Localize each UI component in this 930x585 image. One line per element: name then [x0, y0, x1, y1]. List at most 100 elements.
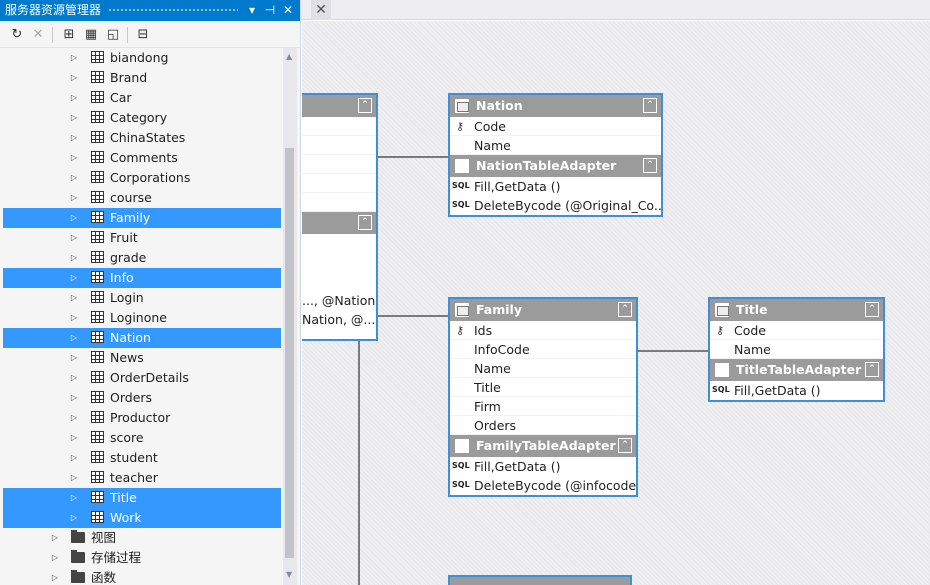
collapse-icon[interactable]: ⌃ [618, 302, 632, 317]
refresh-icon[interactable]: ↻ [8, 26, 26, 44]
entity-column[interactable]: InfoCode [450, 340, 636, 359]
nation-adapter-header[interactable]: NationTableAdapter ⌃ [450, 155, 661, 177]
panel-title-bar[interactable]: 服务器资源管理器 ▾ ⊣ ✕ [0, 0, 300, 21]
collapse-icon[interactable]: ⌃ [358, 215, 372, 230]
tree-item-table[interactable]: ▷ Fruit [3, 228, 281, 248]
expand-arrow-icon[interactable]: ▷ [68, 208, 80, 228]
tree-item-table[interactable]: ▷ Brand [3, 68, 281, 88]
relation-line[interactable] [358, 341, 360, 585]
drag-grip[interactable] [108, 8, 238, 13]
expand-arrow-icon[interactable]: ▷ [68, 188, 80, 208]
tree-item-table[interactable]: ▷ teacher [3, 468, 281, 488]
family-entity-header[interactable]: Family ⌃ [450, 299, 636, 321]
title-entity-header[interactable]: Title ⌃ [710, 299, 883, 321]
adapter-method[interactable]: Nation, @... [302, 310, 376, 329]
expand-arrow-icon[interactable]: ▷ [68, 428, 80, 448]
entity-column[interactable] [302, 253, 376, 272]
expand-arrow-icon[interactable]: ▷ [68, 88, 80, 108]
close-tab-icon[interactable]: ✕ [311, 0, 331, 20]
expand-arrow-icon[interactable]: ▷ [49, 528, 61, 548]
tree-item-table[interactable]: ▷ Corporations [3, 168, 281, 188]
entity-column[interactable]: ⚷ Code [710, 321, 883, 340]
relation-line[interactable] [378, 156, 448, 158]
entity-column[interactable] [302, 117, 376, 136]
expand-arrow-icon[interactable]: ▷ [68, 48, 80, 68]
adapter-method[interactable]: ..., @Nation... [302, 291, 376, 310]
entity-column[interactable]: Orders [450, 416, 636, 435]
info-adapter-header[interactable]: ⌃ [302, 212, 376, 234]
title-entity[interactable]: Title ⌃ ⚷ Code Name TitleTableAdapter ⌃ S… [708, 297, 885, 402]
tree-item-table[interactable]: ▷ score [3, 428, 281, 448]
scroll-down-icon[interactable]: ▼ [286, 570, 292, 579]
expand-arrow-icon[interactable]: ▷ [68, 128, 80, 148]
expand-arrow-icon[interactable]: ▷ [68, 368, 80, 388]
expand-arrow-icon[interactable]: ▷ [68, 408, 80, 428]
expand-arrow-icon[interactable]: ▷ [68, 348, 80, 368]
tree-item-table[interactable]: ▷ Login [3, 288, 281, 308]
tree-item-folder[interactable]: ▷ 存储过程 [3, 548, 281, 568]
pin-icon[interactable]: ⊣ [262, 0, 278, 21]
tree-item-folder[interactable]: ▷ 函数 [3, 568, 281, 585]
collapse-icon[interactable]: ⌃ [358, 98, 372, 113]
adapter-method[interactable]: SQL Fill,GetData () [450, 177, 661, 196]
expand-arrow-icon[interactable]: ▷ [68, 488, 80, 508]
entity-column[interactable] [302, 272, 376, 291]
nation-entity[interactable]: Nation ⌃ ⚷ Code Name NationTableAdapter ⌃… [448, 93, 663, 217]
title-adapter-header[interactable]: TitleTableAdapter ⌃ [710, 359, 883, 381]
tree-item-table[interactable]: ▷ Family [3, 208, 281, 228]
close-panel-icon[interactable]: ✕ [280, 0, 296, 21]
collapse-icon[interactable]: ⌃ [643, 158, 657, 173]
tree-item-table[interactable]: ▷ Loginone [3, 308, 281, 328]
sharepoint-icon[interactable]: ◱ [104, 26, 122, 44]
expand-arrow-icon[interactable]: ▷ [68, 328, 80, 348]
entity-column[interactable] [302, 155, 376, 174]
tree-item-table[interactable]: ▷ Title [3, 488, 281, 508]
expand-arrow-icon[interactable]: ▷ [68, 148, 80, 168]
relation-line[interactable] [378, 315, 448, 317]
tree-item-table[interactable]: ▷ News [3, 348, 281, 368]
tree-item-table[interactable]: ▷ Category [3, 108, 281, 128]
properties-icon[interactable]: ⊟ [134, 26, 152, 44]
tree-item-table[interactable]: ▷ Productor [3, 408, 281, 428]
info-entity-header[interactable]: ⌃ [302, 95, 376, 117]
dropdown-icon[interactable]: ▾ [244, 0, 260, 21]
tree-item-table[interactable]: ▷ Info [3, 268, 281, 288]
entity-column[interactable] [302, 136, 376, 155]
adapter-method[interactable]: SQL DeleteBycode (@infocode) [450, 476, 636, 495]
tree-item-table[interactable]: ▷ Work [3, 508, 281, 528]
tree-item-table[interactable]: ▷ Orders [3, 388, 281, 408]
entity-column[interactable]: Name [710, 340, 883, 359]
entity-column[interactable] [302, 193, 376, 212]
tree-item-table[interactable]: ▷ student [3, 448, 281, 468]
adapter-method[interactable]: SQL DeleteBycode (@Original_Co... [450, 196, 661, 215]
expand-arrow-icon[interactable]: ▷ [68, 228, 80, 248]
dataset-designer-canvas[interactable]: ⌃ ⌃ ..., @Nation... Nation, @... Nation … [302, 21, 930, 585]
adapter-method[interactable]: SQL Fill,GetData () [710, 381, 883, 400]
expand-arrow-icon[interactable]: ▷ [68, 388, 80, 408]
entity-column[interactable]: Name [450, 136, 661, 155]
connect-server-icon[interactable]: ▦ [82, 26, 100, 44]
tree-item-table[interactable]: ▷ Nation [3, 328, 281, 348]
expand-arrow-icon[interactable]: ▷ [68, 308, 80, 328]
entity-column[interactable]: Name [450, 359, 636, 378]
tree-item-table[interactable]: ▷ grade [3, 248, 281, 268]
collapse-icon[interactable]: ⌃ [865, 362, 879, 377]
tree-scrollbar[interactable]: ▲ ▼ [283, 48, 297, 585]
family-adapter-header[interactable]: FamilyTableAdapter ⌃ [450, 435, 636, 457]
tree-item-table[interactable]: ▷ OrderDetails [3, 368, 281, 388]
entity-column[interactable] [302, 234, 376, 253]
expand-arrow-icon[interactable]: ▷ [68, 468, 80, 488]
entity-column[interactable] [302, 174, 376, 193]
work-entity-header[interactable] [450, 577, 630, 585]
expand-arrow-icon[interactable]: ▷ [49, 568, 61, 585]
collapse-icon[interactable]: ⌃ [643, 98, 657, 113]
adapter-method[interactable]: SQL Fill,GetData () [450, 457, 636, 476]
entity-column[interactable]: Firm [450, 397, 636, 416]
collapse-icon[interactable]: ⌃ [865, 302, 879, 317]
tree-item-table[interactable]: ▷ course [3, 188, 281, 208]
entity-column[interactable]: ⚷ Ids [450, 321, 636, 340]
tree-item-table[interactable]: ▷ Comments [3, 148, 281, 168]
scroll-up-icon[interactable]: ▲ [286, 52, 292, 61]
work-entity[interactable] [448, 575, 632, 585]
expand-arrow-icon[interactable]: ▷ [68, 448, 80, 468]
